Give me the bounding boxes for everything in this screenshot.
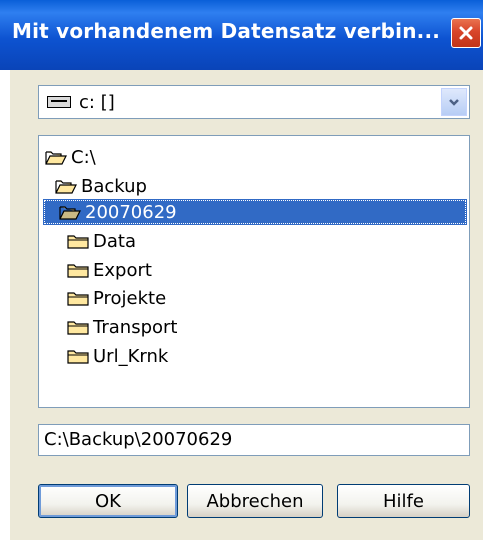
folder-label: Backup (81, 175, 147, 197)
close-button[interactable] (451, 18, 481, 48)
help-button[interactable]: Hilfe (337, 484, 470, 518)
folder-item[interactable]: Export (67, 257, 152, 283)
folder-icon (67, 321, 89, 335)
folder-label: Data (93, 230, 136, 252)
folder-icon (67, 350, 89, 364)
folder-label: Transport (93, 316, 178, 338)
folder-item[interactable]: Data (67, 228, 136, 254)
folder-label: C:\ (71, 146, 96, 168)
window-frame-edge (0, 70, 10, 540)
window-title: Mit vorhandenem Datensatz verbin... (12, 19, 441, 43)
folder-open-icon (55, 180, 77, 194)
folder-item[interactable]: Url_Krnk (67, 343, 168, 369)
folder-label: Export (93, 259, 152, 281)
folder-item-selected[interactable]: 20070629 (43, 199, 467, 225)
folder-label: Projekte (93, 287, 167, 309)
folder-tree[interactable]: C:\ Backup 20070629 Data Export Projekte… (38, 135, 470, 408)
folder-icon (67, 292, 89, 306)
close-icon (459, 26, 473, 40)
dropdown-arrow-button[interactable] (441, 88, 467, 116)
chevron-down-icon (449, 99, 459, 106)
drive-select[interactable]: c: [] (38, 85, 470, 119)
folder-item[interactable]: C:\ (45, 144, 96, 170)
cancel-button[interactable]: Abbrechen (187, 484, 323, 518)
title-bar[interactable]: Mit vorhandenem Datensatz verbin... (0, 0, 483, 70)
path-field[interactable]: C:\Backup\20070629 (38, 424, 470, 456)
folder-label: Url_Krnk (93, 345, 169, 367)
folder-label: 20070629 (85, 201, 177, 223)
folder-item[interactable]: Transport (67, 314, 177, 340)
drive-select-value: c: [] (79, 92, 115, 113)
folder-item[interactable]: Projekte (67, 285, 166, 311)
ok-button[interactable]: OK (38, 484, 178, 518)
folder-open-icon (59, 206, 81, 220)
folder-icon (67, 264, 89, 278)
folder-open-icon (45, 151, 67, 165)
folder-icon (67, 235, 89, 249)
drive-icon (47, 96, 71, 108)
dialog-window: Mit vorhandenem Datensatz verbin... c: [… (0, 0, 483, 540)
folder-item[interactable]: Backup (55, 173, 147, 199)
